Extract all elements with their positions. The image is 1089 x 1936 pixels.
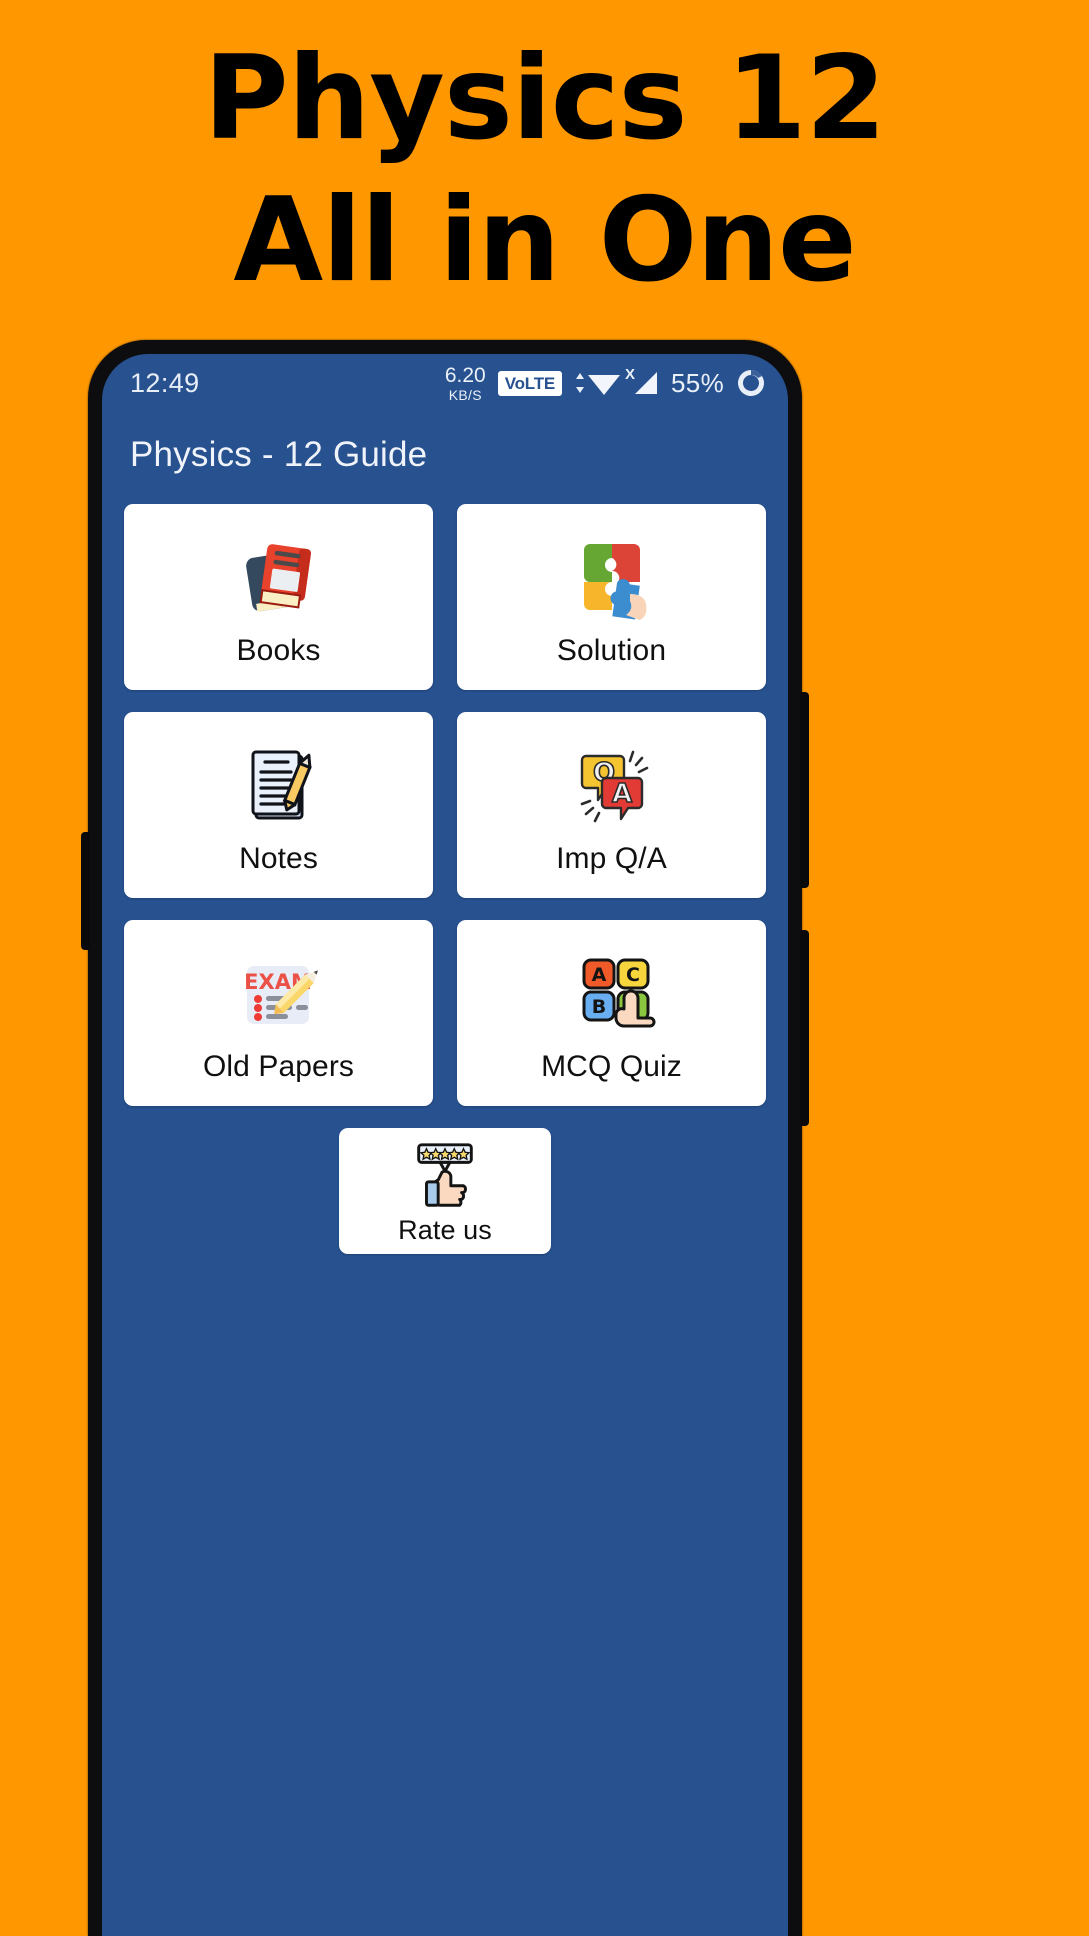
menu-card-solution[interactable]: Solution <box>457 504 766 690</box>
network-speed-indicator: 6.20 KB/S <box>445 365 486 402</box>
menu-card-label: Imp Q/A <box>556 842 667 875</box>
svg-text:C: C <box>626 964 640 986</box>
menu-card-books[interactable]: Books <box>124 504 433 690</box>
app-bar: Physics - 12 Guide <box>102 412 788 498</box>
menu-card-label: Books <box>236 634 321 667</box>
volume-up-button[interactable] <box>800 692 809 888</box>
rate-us-row: Rate us <box>102 1106 788 1254</box>
notepad-pencil-icon <box>227 736 331 840</box>
promo-headline: Physics 12 All in One <box>0 28 1089 311</box>
menu-card-label: Old Papers <box>202 1050 355 1083</box>
status-bar-icons: 6.20 KB/S VoLTE X 55% <box>445 365 766 402</box>
wifi-icon <box>574 370 621 396</box>
menu-card-imp-qa[interactable]: Q A Imp Q/A <box>457 712 766 898</box>
battery-percent-label: 55% <box>671 367 724 398</box>
svg-text:B: B <box>591 996 605 1018</box>
battery-circle-icon <box>738 369 764 396</box>
menu-card-label: MCQ Quiz <box>541 1050 682 1083</box>
qa-speech-bubbles-icon: Q A <box>560 736 664 840</box>
status-bar: 12:49 6.20 KB/S VoLTE X 55% <box>102 354 788 412</box>
volume-down-button[interactable] <box>800 930 809 1126</box>
promo-headline-line-2: All in One <box>233 172 856 308</box>
rate-us-card[interactable]: Rate us <box>339 1128 551 1254</box>
exam-paper-pencil-icon: EXAM <box>227 944 331 1048</box>
rate-us-label: Rate us <box>398 1214 492 1245</box>
volte-icon: VoLTE <box>497 370 563 396</box>
books-icon <box>227 528 331 632</box>
phone-mockup: 12:49 6.20 KB/S VoLTE X 55% Physics - 12… <box>81 340 809 1936</box>
menu-grid: Books Solution Notes Q A Imp Q/A EXAM Ol… <box>102 498 788 1106</box>
menu-card-mcq-quiz[interactable]: A C B MCQ Quiz <box>457 920 766 1106</box>
promo-headline-line-1: Physics 12 <box>203 31 887 166</box>
menu-card-notes[interactable]: Notes <box>124 712 433 898</box>
svg-text:A: A <box>611 779 631 809</box>
puzzle-hand-icon <box>560 528 664 632</box>
power-button[interactable] <box>81 832 90 950</box>
phone-screen: 12:49 6.20 KB/S VoLTE X 55% Physics - 12… <box>102 354 788 1936</box>
app-bar-title: Physics - 12 Guide <box>130 435 428 474</box>
signal-bars-icon: X <box>625 366 659 396</box>
thumbs-up-stars-icon <box>407 1139 483 1215</box>
abcd-tiles-hand-icon: A C B <box>560 944 664 1048</box>
signal-x-badge: X <box>625 366 636 383</box>
status-clock: 12:49 <box>130 367 200 398</box>
network-speed-value: 6.20 <box>444 363 486 387</box>
network-speed-unit: KB/S <box>448 386 482 403</box>
svg-text:A: A <box>591 964 606 986</box>
menu-card-label: Notes <box>239 842 318 875</box>
menu-card-old-papers[interactable]: EXAM Old Papers <box>124 920 433 1106</box>
menu-card-label: Solution <box>556 634 667 667</box>
